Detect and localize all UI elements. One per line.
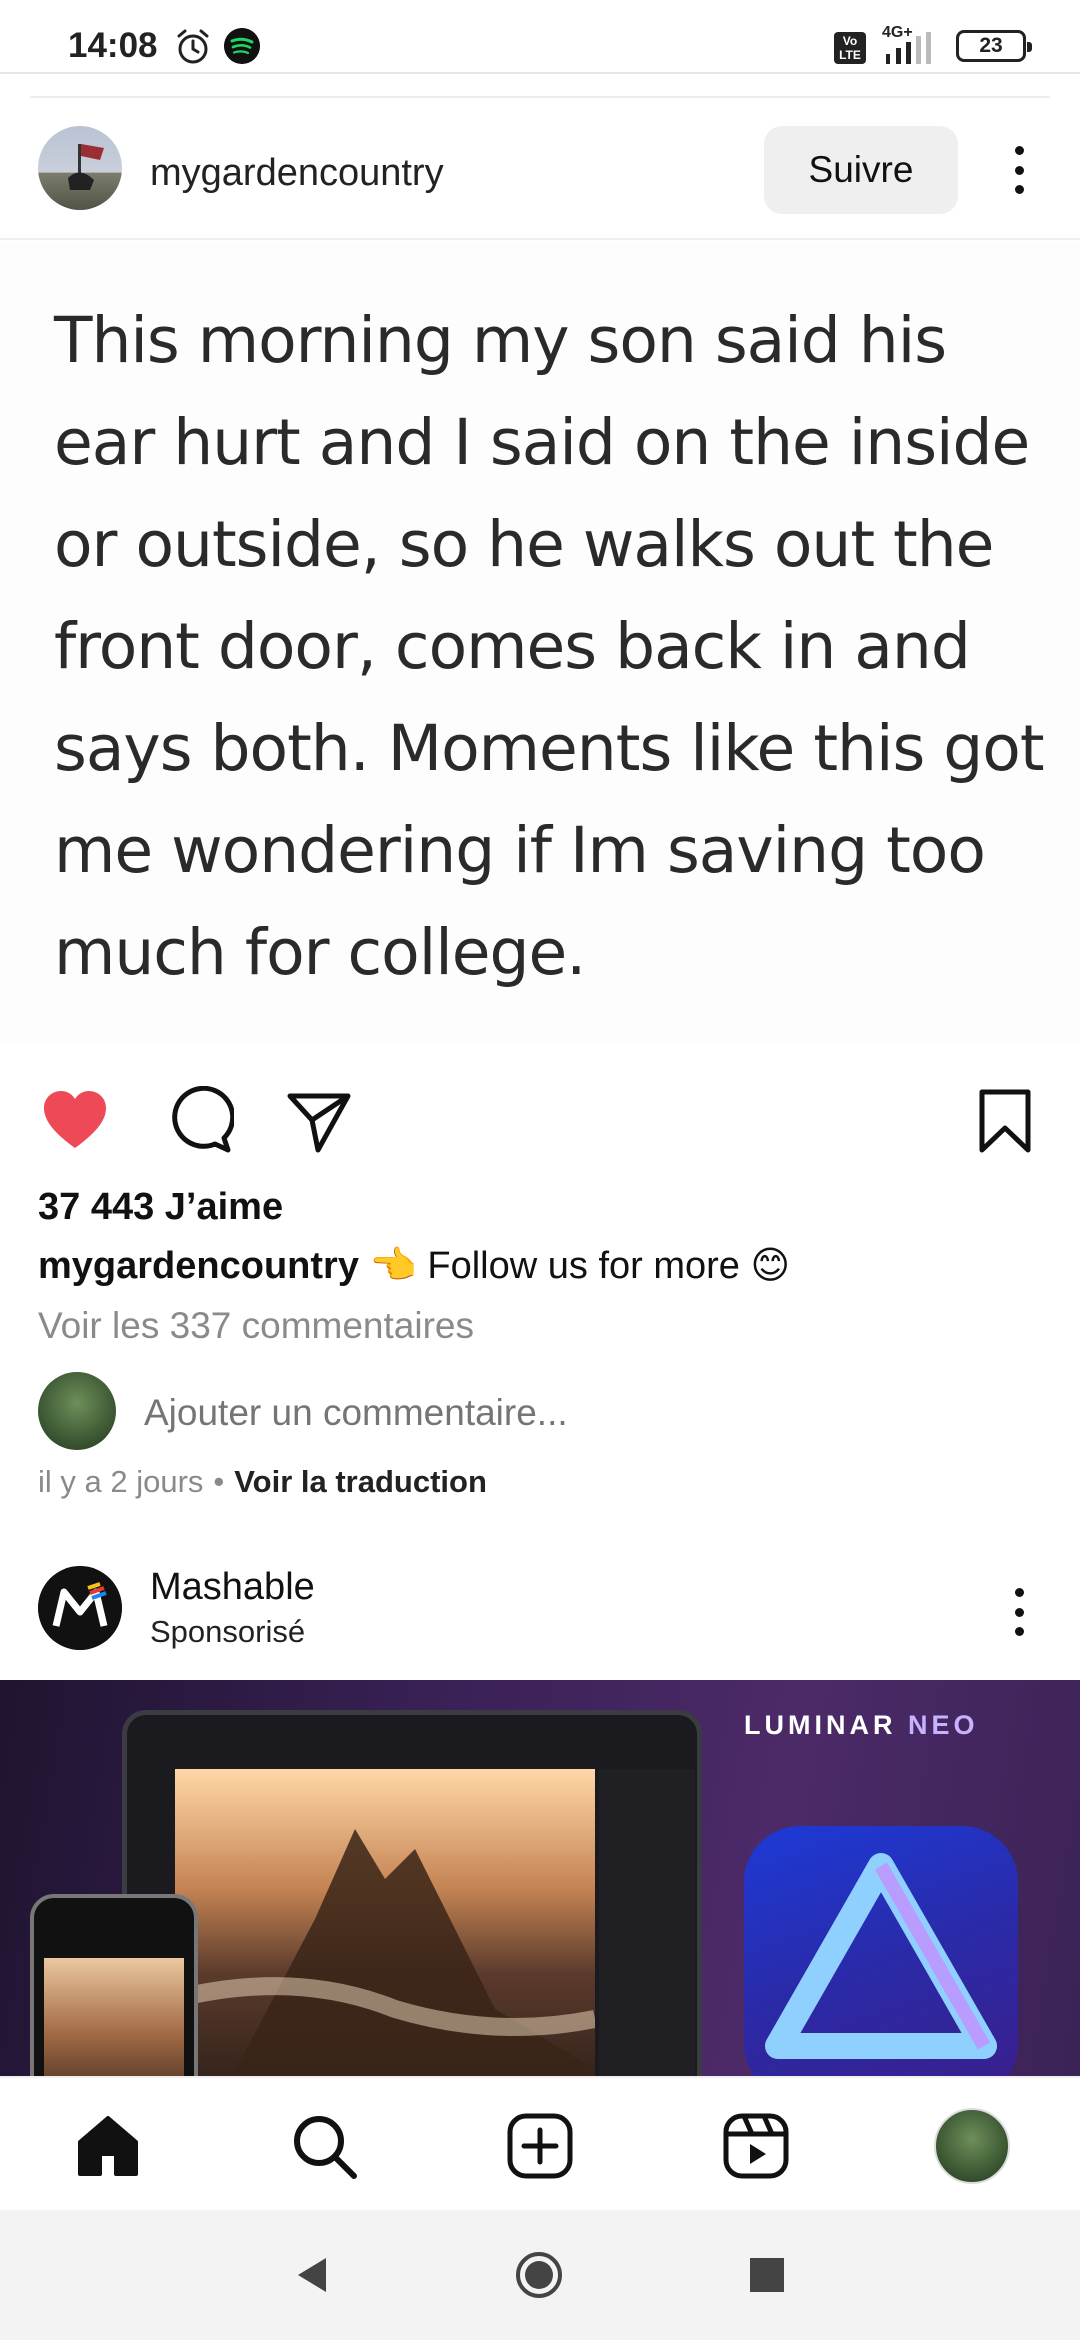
- post-author-avatar[interactable]: [38, 126, 122, 210]
- triangle-logo: [765, 1853, 997, 2059]
- comment-icon[interactable]: [164, 1086, 234, 1156]
- volte-icon: Vo LTE: [834, 32, 866, 64]
- mountain-shape: [172, 1829, 597, 2076]
- caption-text: 👈 Follow us for more 😊: [358, 1245, 791, 1287]
- avatar-image: [68, 144, 104, 190]
- post-timestamp: il y a 2 jours: [38, 1464, 204, 1499]
- back-icon[interactable]: [290, 2250, 340, 2300]
- home-icon[interactable]: [72, 2110, 144, 2182]
- post-meta: il y a 2 jours • Voir la traduction: [38, 1464, 487, 1500]
- sponsor-name[interactable]: Mashable: [150, 1566, 315, 1609]
- status-time: 14:08: [68, 26, 158, 65]
- translate-link[interactable]: Voir la traduction: [234, 1464, 487, 1499]
- like-count[interactable]: 37 443 J’aime: [38, 1186, 283, 1229]
- laptop-illustration: [122, 1710, 702, 2076]
- view-comments-link[interactable]: Voir les 337 commentaires: [38, 1305, 474, 1347]
- phone-screen-photo: [44, 1958, 184, 2076]
- profile-avatar[interactable]: [934, 2108, 1010, 2184]
- current-user-avatar: [38, 1372, 116, 1450]
- divider: [30, 96, 1050, 98]
- battery-icon: 23: [956, 30, 1032, 62]
- bottom-nav: [0, 2076, 1080, 2210]
- signal-icon: [886, 32, 931, 64]
- reels-icon[interactable]: [720, 2110, 792, 2182]
- meta-separator: •: [213, 1464, 225, 1499]
- add-comment-row: [0, 1370, 1080, 1454]
- home-circle-icon[interactable]: [514, 2250, 564, 2300]
- system-nav-bar: [0, 2210, 1080, 2340]
- recents-icon[interactable]: [742, 2250, 792, 2300]
- laptop-screen-photo: [172, 1769, 597, 2076]
- laptop-tools-panel: [599, 1769, 695, 2076]
- alarm-icon: [177, 29, 209, 64]
- sponsored-label: Sponsorisé: [150, 1614, 306, 1649]
- mashable-logo[interactable]: [38, 1566, 122, 1650]
- spotify-icon: [224, 28, 260, 64]
- heart-icon[interactable]: [40, 1086, 110, 1156]
- divider: [0, 72, 1080, 74]
- sponsored-post-header: Mashable Sponsorisé: [0, 1560, 1080, 1660]
- post-header: mygardencountry Suivre: [0, 110, 1080, 240]
- share-icon[interactable]: [284, 1086, 354, 1156]
- mashable-logo-image: [38, 1566, 122, 1650]
- post-actions: [0, 1080, 1080, 1160]
- post-image[interactable]: This morning my son said his ear hurt an…: [0, 242, 1080, 1042]
- caption-username[interactable]: mygardencountry: [38, 1245, 359, 1287]
- create-icon[interactable]: [504, 2110, 576, 2182]
- ad-image[interactable]: LUMINAR NEO: [0, 1680, 1080, 2076]
- more-options-icon[interactable]: [1004, 1582, 1034, 1642]
- more-options-icon[interactable]: [1004, 140, 1034, 200]
- add-comment-input[interactable]: [144, 1392, 944, 1434]
- follow-button[interactable]: Suivre: [764, 126, 958, 214]
- status-bar: 14:08 Vo LTE 4G+ 23: [0, 0, 1080, 96]
- ad-brand-logo: LUMINAR NEO: [744, 1710, 979, 1740]
- phone-illustration: [30, 1894, 198, 2076]
- post-caption: mygardencountry 👈 Follow us for more 😊: [38, 1243, 790, 1288]
- search-icon[interactable]: [288, 2110, 360, 2182]
- post-image-text: This morning my son said his ear hurt an…: [54, 304, 1045, 989]
- luminar-app-icon: [744, 1826, 1018, 2076]
- post-username[interactable]: mygardencountry: [150, 152, 444, 195]
- bookmark-icon[interactable]: [970, 1086, 1040, 1156]
